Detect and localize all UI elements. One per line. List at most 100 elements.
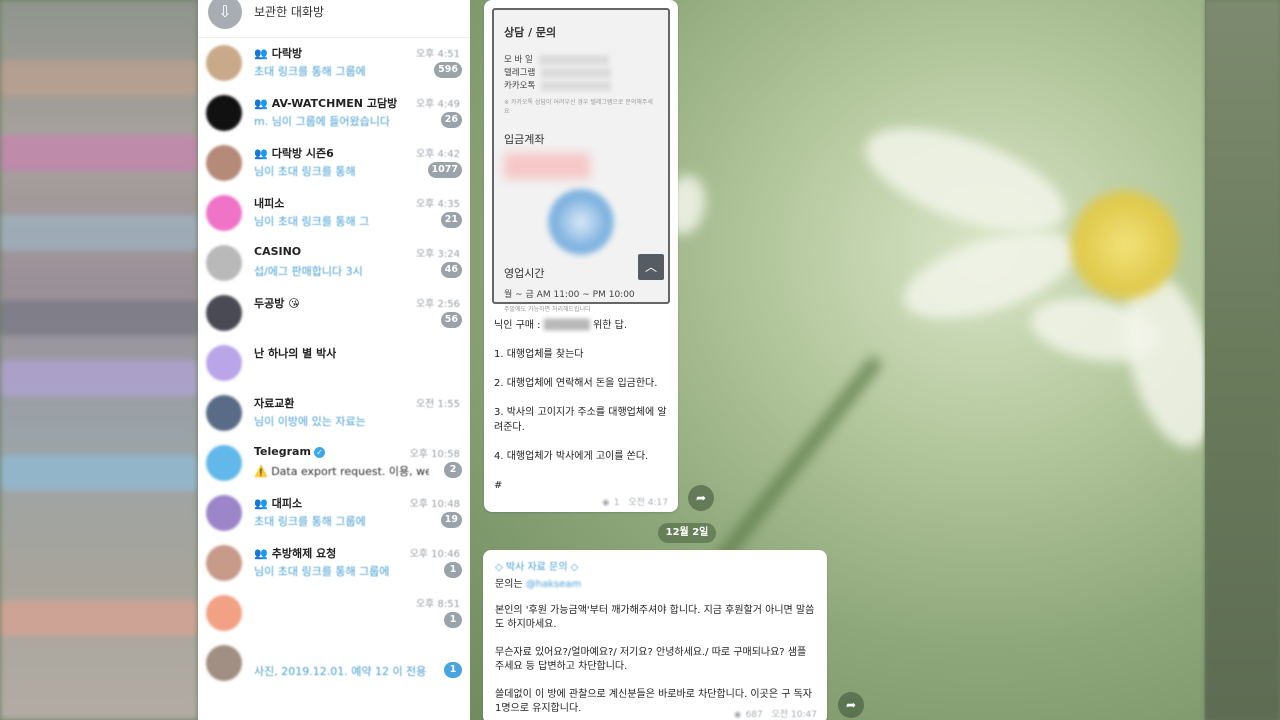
avatar <box>206 245 242 281</box>
chat-list-item[interactable]: Telegram ✓ 오후 10:58 ⚠️ Data export request.… <box>198 438 470 488</box>
chat-list-pane: ⇩ 보관한 대화방 👥 다락방 오후 4:51 초대 링크를 통해 그룹에 596 👥 AV… <box>198 0 470 720</box>
chat-preview: 님이 초대 링크를 통해 그 <box>254 215 370 228</box>
chat-preview: 초대 링크를 통해 그룹에 <box>254 515 366 528</box>
unread-badge: 1 <box>444 662 462 678</box>
group-icon: 👥 <box>254 47 268 60</box>
chat-preview: 사진, 2019.12.01. 예약 12 이 전용 1 사이 <box>254 665 429 678</box>
chat-preview: 님이 초대 링크를 통해 <box>254 165 356 178</box>
poster-row: 모 바 일 <box>504 54 658 67</box>
chat-time: 오후 4:42 <box>415 149 460 160</box>
chat-item-body: 사진, 2019.12.01. 예약 12 이 전용 1 사이 1 <box>254 643 462 683</box>
group-icon: 👥 <box>254 497 268 510</box>
group-icon: 👥 <box>254 547 268 560</box>
blurred-item <box>0 600 198 636</box>
message-time: 오전 4:17 <box>628 498 668 508</box>
chat-list-item[interactable]: CASINO 오후 3:24 섭/에그 판매합니다 3시 46 <box>198 238 470 288</box>
poster-note: ※ 카카오톡 상담이 어려우신 경우 텔레그램으로 문의해주세요 <box>504 99 653 115</box>
avatar <box>206 645 242 681</box>
chat-time: 오전 1:55 <box>415 399 460 410</box>
chat-time: 오후 10:58 <box>409 449 460 460</box>
avatar <box>206 395 242 431</box>
chat-item-body: 👥 추방해제 요청 오후 10:46 님이 초대 링크를 통해 그룹에 1 <box>254 543 462 583</box>
chat-item-body: 👥 다락방 시즌6 오후 4:42 님이 초대 링크를 통해 1077 <box>254 143 462 183</box>
poster-logo-blurred <box>548 189 614 255</box>
chat-item-body: 👥 대피소 오후 10:48 초대 링크를 통해 그룹에 19 <box>254 493 462 533</box>
message-text: 닉인 구매 : ██████ 위한 답. 1. 대행업체를 찾는다 2. 대행업… <box>492 318 670 493</box>
chevron-up-icon[interactable]: ︿ <box>638 254 664 280</box>
poster-hours-title: 영업시간 <box>504 267 545 280</box>
message-contact: 문의는 @hakseam <box>495 579 582 590</box>
avatar <box>206 495 242 531</box>
poster-row: 텔레그램 <box>504 67 658 80</box>
chat-time: 오후 4:51 <box>415 49 460 60</box>
chat-preview: ⚠️ Data export request. 이용, we're re <box>254 465 429 478</box>
blurred-item <box>0 300 198 336</box>
share-icon[interactable]: ➦ <box>838 692 864 718</box>
unread-badge: 19 <box>440 512 462 528</box>
chat-item-body: 두공방 😘 오후 2:56 56 <box>254 293 462 333</box>
avatar <box>206 45 242 81</box>
contact-link[interactable]: @hakseam <box>526 579 582 590</box>
views-count: 1 <box>613 498 620 508</box>
chat-preview: 초대 링크를 통해 그룹에 <box>254 65 366 78</box>
unread-badge: 596 <box>434 62 462 78</box>
chat-name: 👥 AV-WATCHMEN 고담방 <box>254 97 398 110</box>
chat-name: Telegram ✓ <box>254 445 325 458</box>
chat-item-body: CASINO 오후 3:24 섭/에그 판매합니다 3시 46 <box>254 243 462 283</box>
chat-preview: 님이 초대 링크를 통해 그룹에 <box>254 565 390 578</box>
chat-list-item[interactable]: 👥 다락방 오후 4:51 초대 링크를 통해 그룹에 596 <box>198 38 470 88</box>
chat-time: 오후 8:51 <box>415 599 460 610</box>
chat-name: 두공방 😘 <box>254 297 300 310</box>
chat-item-body: 오후 8:51 1 <box>254 593 462 633</box>
poster-hours: 월 ~ 금 AM 11:00 ~ PM 10:00 <box>504 290 635 300</box>
chat-time: 오후 2:56 <box>415 299 460 310</box>
chat-list-item[interactable]: 👥 추방해제 요청 오후 10:46 님이 초대 링크를 통해 그룹에 1 <box>198 538 470 588</box>
group-icon: 👥 <box>254 147 268 160</box>
chat-list-item[interactable]: 👥 대피소 오후 10:48 초대 링크를 통해 그룹에 19 <box>198 488 470 538</box>
message-bubble[interactable]: ◇ 박사 자료 문의 ◇ 문의는 @hakseam 본인의 '후원 가능금액'부… <box>483 550 827 720</box>
chat-list-item[interactable]: 👥 AV-WATCHMEN 고담방 오후 4:49 m. 님이 그룹에 들어왔습니다 2… <box>198 88 470 138</box>
avatar <box>206 145 242 181</box>
unread-badge: 26 <box>440 112 462 128</box>
unread-badge: 1 <box>444 562 462 578</box>
chat-item-body: 👥 AV-WATCHMEN 고담방 오후 4:49 m. 님이 그룹에 들어왔습니다 2… <box>254 93 462 133</box>
chat-list-item[interactable]: 난 하나의 별 박사 <box>198 338 470 388</box>
chat-preview: 섭/에그 판매합니다 3시 <box>254 265 363 278</box>
chat-name: 👥 다락방 시즌6 <box>254 147 334 160</box>
chat-list-item[interactable]: 오후 8:51 1 <box>198 588 470 638</box>
chat-item-body: Telegram ✓ 오후 10:58 ⚠️ Data export request.… <box>254 443 462 483</box>
chat-name: 👥 추방해제 요청 <box>254 547 337 560</box>
blurred-item <box>0 360 198 396</box>
avatar <box>206 345 242 381</box>
poster-account-title: 입금계좌 <box>504 133 545 146</box>
chat-list-item[interactable]: 두공방 😘 오후 2:56 56 <box>198 288 470 338</box>
chat-list-item[interactable]: 사진, 2019.12.01. 예약 12 이 전용 1 사이 1 <box>198 638 470 688</box>
message-step: 3. 박사의 고이지가 주소를 대행업체에 알려준다. <box>494 407 667 433</box>
chat-item-body: 자료교환 오전 1:55 님이 이방에 있는 자료는 <box>254 393 462 433</box>
chat-name: 난 하나의 별 박사 <box>254 347 337 360</box>
chat-list-item[interactable]: 👥 다락방 시즌6 오후 4:42 님이 초대 링크를 통해 1077 <box>198 138 470 188</box>
avatar <box>206 195 242 231</box>
archived-chats-row[interactable]: ⇩ 보관한 대화방 <box>198 0 470 38</box>
blurred-item <box>0 215 198 251</box>
chat-time: 오후 4:35 <box>415 199 460 210</box>
avatar <box>206 595 242 631</box>
message-step: 2. 대행업체에 연락해서 돈을 입금한다. <box>494 378 658 389</box>
chat-list-item[interactable]: 내피소 오후 4:35 님이 초대 링크를 통해 그 21 <box>198 188 470 238</box>
right-edge-blurred <box>1205 0 1280 720</box>
chat-time: 오후 3:24 <box>415 249 460 260</box>
views-count: 687 <box>745 710 763 720</box>
chat-item-body: 👥 다락방 오후 4:51 초대 링크를 통해 그룹에 596 <box>254 43 462 83</box>
group-icon: 👥 <box>254 97 268 110</box>
message-paragraph: 본인의 '후원 가능금액'부터 깨가해주셔야 합니다. 지금 후원할거 아니면 … <box>495 605 815 630</box>
views-icon: ◉ <box>601 498 610 508</box>
unread-badge: 21 <box>440 212 462 228</box>
avatar <box>206 445 242 481</box>
share-icon[interactable]: ➦ <box>688 485 714 511</box>
avatar <box>206 545 242 581</box>
chat-list-item[interactable]: 자료교환 오전 1:55 님이 이방에 있는 자료는 <box>198 388 470 438</box>
chat-preview: m. 님이 그룹에 들어왔습니다 <box>254 115 391 128</box>
chat-item-body: 내피소 오후 4:35 님이 초대 링크를 통해 그 21 <box>254 193 462 233</box>
chat-time: 오후 4:49 <box>415 99 460 110</box>
unread-badge: 1077 <box>427 162 462 178</box>
